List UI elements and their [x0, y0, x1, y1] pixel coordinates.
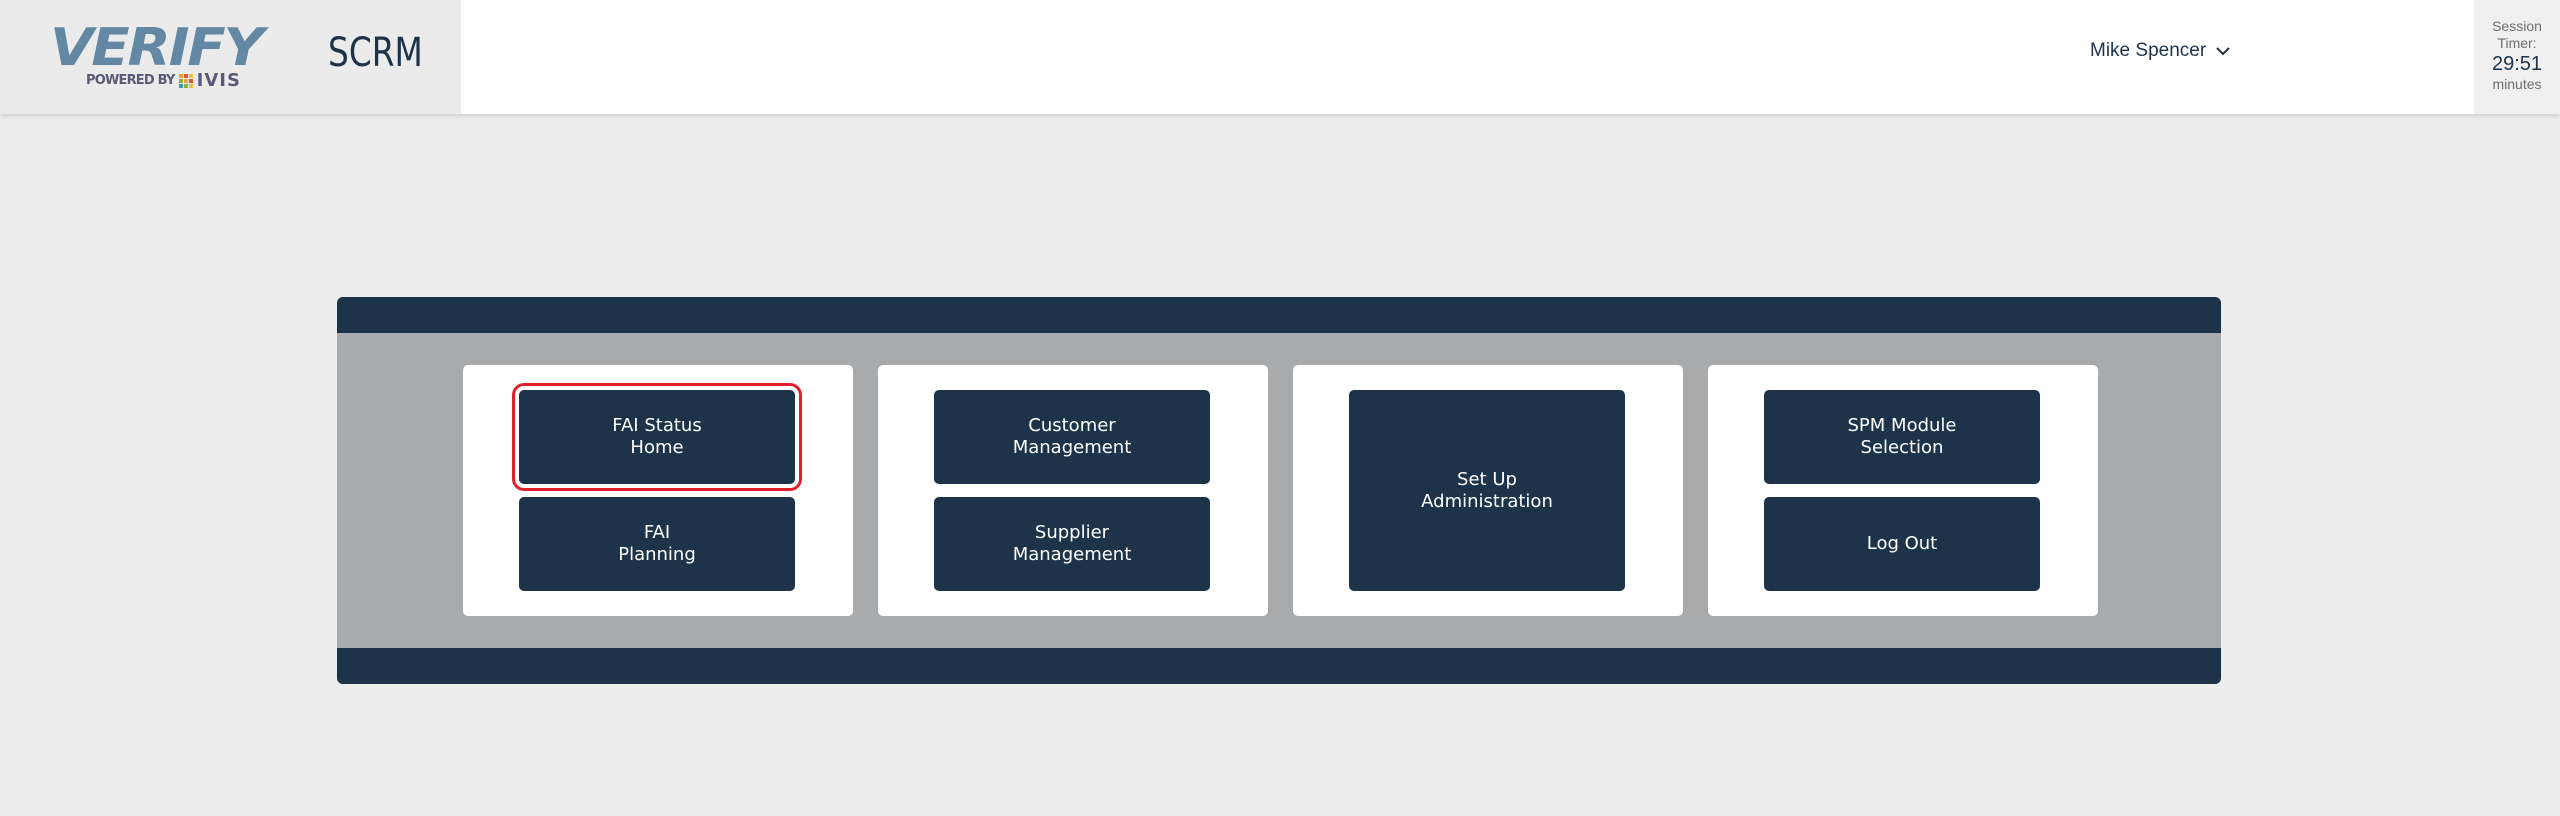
user-name: Mike Spencer [2090, 40, 2207, 61]
ivis-text: IVIS [196, 70, 241, 91]
timer-unit: minutes [2492, 76, 2542, 92]
supplier-management-button[interactable]: Supplier Management [934, 497, 1210, 591]
brand-area: VERIFY POWERED BY IVIS SCRM [0, 0, 461, 114]
timer-value: 29:51 [2491, 53, 2543, 75]
menu-group-admin: Set Up Administration [1293, 365, 1683, 616]
log-out-button[interactable]: Log Out [1764, 497, 2040, 591]
powered-by-text: POWERED BY [86, 73, 175, 88]
main-menu-panel: FAI Status Home FAI Planning Customer Ma… [337, 297, 2221, 684]
session-timer: Session Timer: 29:51 minutes [2474, 0, 2560, 114]
logo-powered-by: POWERED BY IVIS [86, 70, 241, 91]
top-header: VERIFY POWERED BY IVIS SCRM Mike Spencer… [0, 0, 2560, 114]
fai-planning-button[interactable]: FAI Planning [519, 497, 795, 591]
menu-group-management: Customer Management Supplier Management [878, 365, 1268, 616]
logo-wordmark: VERIFY [50, 18, 264, 78]
ivis-grid-icon [178, 73, 193, 88]
app-name: SCRM [328, 30, 423, 76]
chevron-down-icon [2216, 47, 2230, 56]
timer-label-2: Timer: [2497, 35, 2537, 51]
fai-status-home-button[interactable]: FAI Status Home [512, 383, 802, 491]
spm-module-selection-button[interactable]: SPM Module Selection [1764, 390, 2040, 484]
menu-group-fai: FAI Status Home FAI Planning [463, 365, 853, 616]
customer-management-button[interactable]: Customer Management [934, 390, 1210, 484]
verify-logo[interactable]: VERIFY POWERED BY IVIS [50, 22, 280, 92]
menu-group-session: SPM Module Selection Log Out [1708, 365, 2098, 616]
user-menu[interactable]: Mike Spencer [2090, 40, 2232, 62]
timer-label-1: Session [2492, 18, 2542, 34]
panel-top-bar [337, 297, 2221, 333]
panel-bottom-bar [337, 648, 2221, 684]
setup-administration-button[interactable]: Set Up Administration [1349, 390, 1625, 591]
